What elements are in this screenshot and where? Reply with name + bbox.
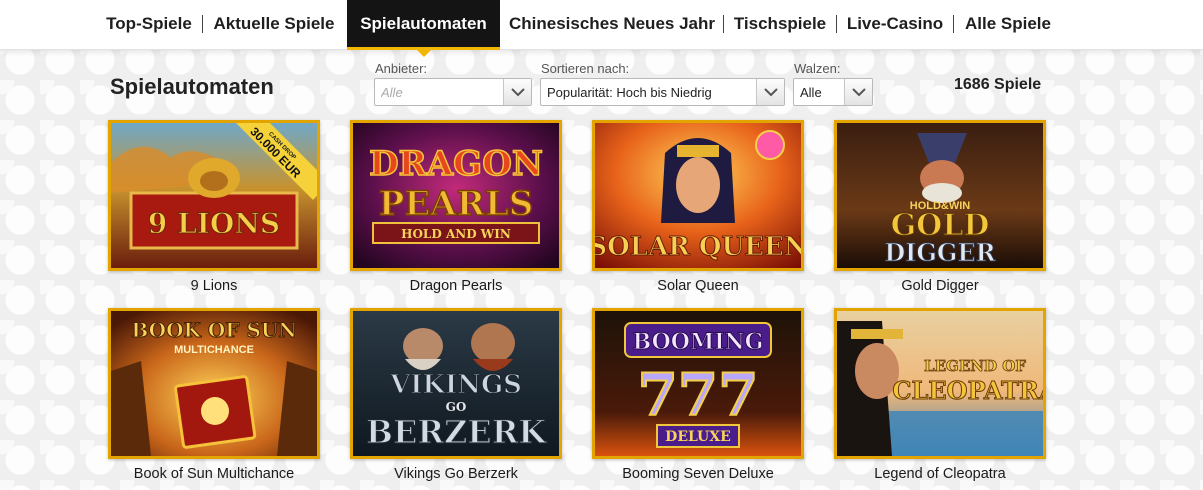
nav-item-aktuelle-spiele[interactable]: Aktuelle Spiele: [204, 0, 344, 47]
game-art-subtitle: BERZERK: [366, 413, 547, 451]
game-thumbnail-9-lions: 9 LIONS CASH DROP 30.000 EUR: [111, 123, 317, 268]
sort-select-toggle[interactable]: [756, 79, 784, 105]
game-thumbnail-book-of-sun: BOOK OF SUN MULTICHANCE: [111, 311, 317, 456]
game-art-tagline: HOLD AND WIN: [401, 227, 511, 241]
game-tile-dragon-pearls[interactable]: DRAGON PEARLS HOLD AND WIN: [350, 120, 562, 271]
game-title-9-lions[interactable]: 9 Lions: [108, 278, 320, 294]
game-art-title: 9 LIONS: [148, 207, 280, 240]
nav-item-chinesisches-neues-jahr[interactable]: Chinesisches Neues Jahr: [503, 0, 721, 47]
chevron-down-icon: [510, 87, 525, 96]
game-tile-book-of-sun-multichance[interactable]: BOOK OF SUN MULTICHANCE: [108, 308, 320, 459]
game-art-subtitle: DELUXE: [665, 429, 731, 445]
game-thumbnail-gold-digger: HOLD&WIN GOLD DIGGER: [837, 123, 1043, 268]
game-art-title: BOOK OF SUN: [131, 318, 296, 342]
nav-item-alle-spiele[interactable]: Alle Spiele: [957, 0, 1059, 47]
chevron-down-icon: [763, 87, 778, 96]
game-title-vikings-go-berzerk[interactable]: Vikings Go Berzerk: [350, 466, 562, 482]
nav-separator: [836, 15, 837, 33]
page-title: Spielautomaten: [110, 74, 274, 99]
game-thumbnail-booming-seven-deluxe: BOOMING 777 DELUXE: [595, 311, 801, 456]
game-tile-vikings-go-berzerk[interactable]: VIKINGS GO BERZERK: [350, 308, 562, 459]
reels-select-toggle[interactable]: [844, 79, 872, 105]
game-thumbnail-dragon-pearls: DRAGON PEARLS HOLD AND WIN: [353, 123, 559, 268]
provider-select-value: Alle: [381, 84, 403, 100]
sort-select-value: Popularität: Hoch bis Niedrig: [547, 84, 712, 100]
sort-select[interactable]: Popularität: Hoch bis Niedrig: [540, 78, 785, 106]
game-art-subtitle: PEARLS: [379, 184, 534, 224]
game-art-sevens: 777: [637, 361, 758, 429]
game-thumbnail-solar-queen: SOLAR QUEEN: [595, 123, 801, 268]
game-title-legend-of-cleopatra[interactable]: Legend of Cleopatra: [834, 466, 1046, 482]
reels-select-value: Alle: [800, 84, 822, 100]
game-tile-booming-seven-deluxe[interactable]: BOOMING 777 DELUXE: [592, 308, 804, 459]
game-art-subtitle: MULTICHANCE: [174, 344, 254, 356]
nav-separator: [723, 15, 724, 33]
game-title-gold-digger[interactable]: Gold Digger: [834, 278, 1046, 294]
game-tile-gold-digger[interactable]: HOLD&WIN GOLD DIGGER: [834, 120, 1046, 271]
game-art-title: LEGEND OF: [924, 357, 1026, 375]
game-art-connector: GO: [446, 400, 467, 414]
provider-select[interactable]: Alle: [374, 78, 532, 106]
game-tile-9-lions[interactable]: 9 LIONS CASH DROP 30.000 EUR: [108, 120, 320, 271]
nav-item-label: Spielautomaten: [360, 13, 487, 33]
provider-filter-label: Anbieter:: [375, 61, 428, 76]
game-count: 1686 Spiele: [954, 76, 1042, 93]
reels-select[interactable]: Alle: [793, 78, 873, 106]
nav-separator: [202, 15, 203, 33]
game-art-title: SOLAR QUEEN: [595, 232, 801, 262]
game-title-book-of-sun-multichance[interactable]: Book of Sun Multichance: [108, 466, 320, 482]
nav-item-spielautomaten[interactable]: Spielautomaten: [347, 0, 500, 57]
game-art-title: BOOMING: [633, 329, 764, 355]
game-thumbnail-legend-of-cleopatra: LEGEND OF CLEOPATRA: [837, 311, 1043, 456]
game-title-solar-queen[interactable]: Solar Queen: [592, 278, 804, 294]
game-tile-solar-queen[interactable]: SOLAR QUEEN: [592, 120, 804, 271]
nav-item-live-casino[interactable]: Live-Casino: [839, 0, 951, 47]
main-navigation: Top-Spiele Aktuelle Spiele Spielautomate…: [0, 0, 1203, 57]
game-art-title: VIKINGS: [389, 370, 522, 400]
nav-item-top-spiele[interactable]: Top-Spiele: [96, 0, 202, 47]
game-title-dragon-pearls[interactable]: Dragon Pearls: [350, 278, 562, 294]
game-tile-legend-of-cleopatra[interactable]: LEGEND OF CLEOPATRA: [834, 308, 1046, 459]
game-title-booming-seven-deluxe[interactable]: Booming Seven Deluxe: [592, 466, 804, 482]
nav-separator: [953, 15, 954, 33]
reels-filter-label: Walzen:: [794, 61, 841, 76]
game-art-subtitle: CLEOPATRA: [892, 376, 1043, 405]
game-thumbnail-vikings-go-berzerk: VIKINGS GO BERZERK: [353, 311, 559, 456]
sort-filter-label: Sortieren nach:: [541, 61, 630, 76]
game-art-title: DRAGON: [369, 144, 543, 184]
nav-item-tischspiele[interactable]: Tischspiele: [726, 0, 834, 47]
game-art-subtitle: DIGGER: [884, 238, 996, 267]
provider-select-toggle[interactable]: [503, 79, 531, 105]
active-indicator-arrow: [415, 49, 432, 57]
chevron-down-icon: [851, 87, 866, 96]
